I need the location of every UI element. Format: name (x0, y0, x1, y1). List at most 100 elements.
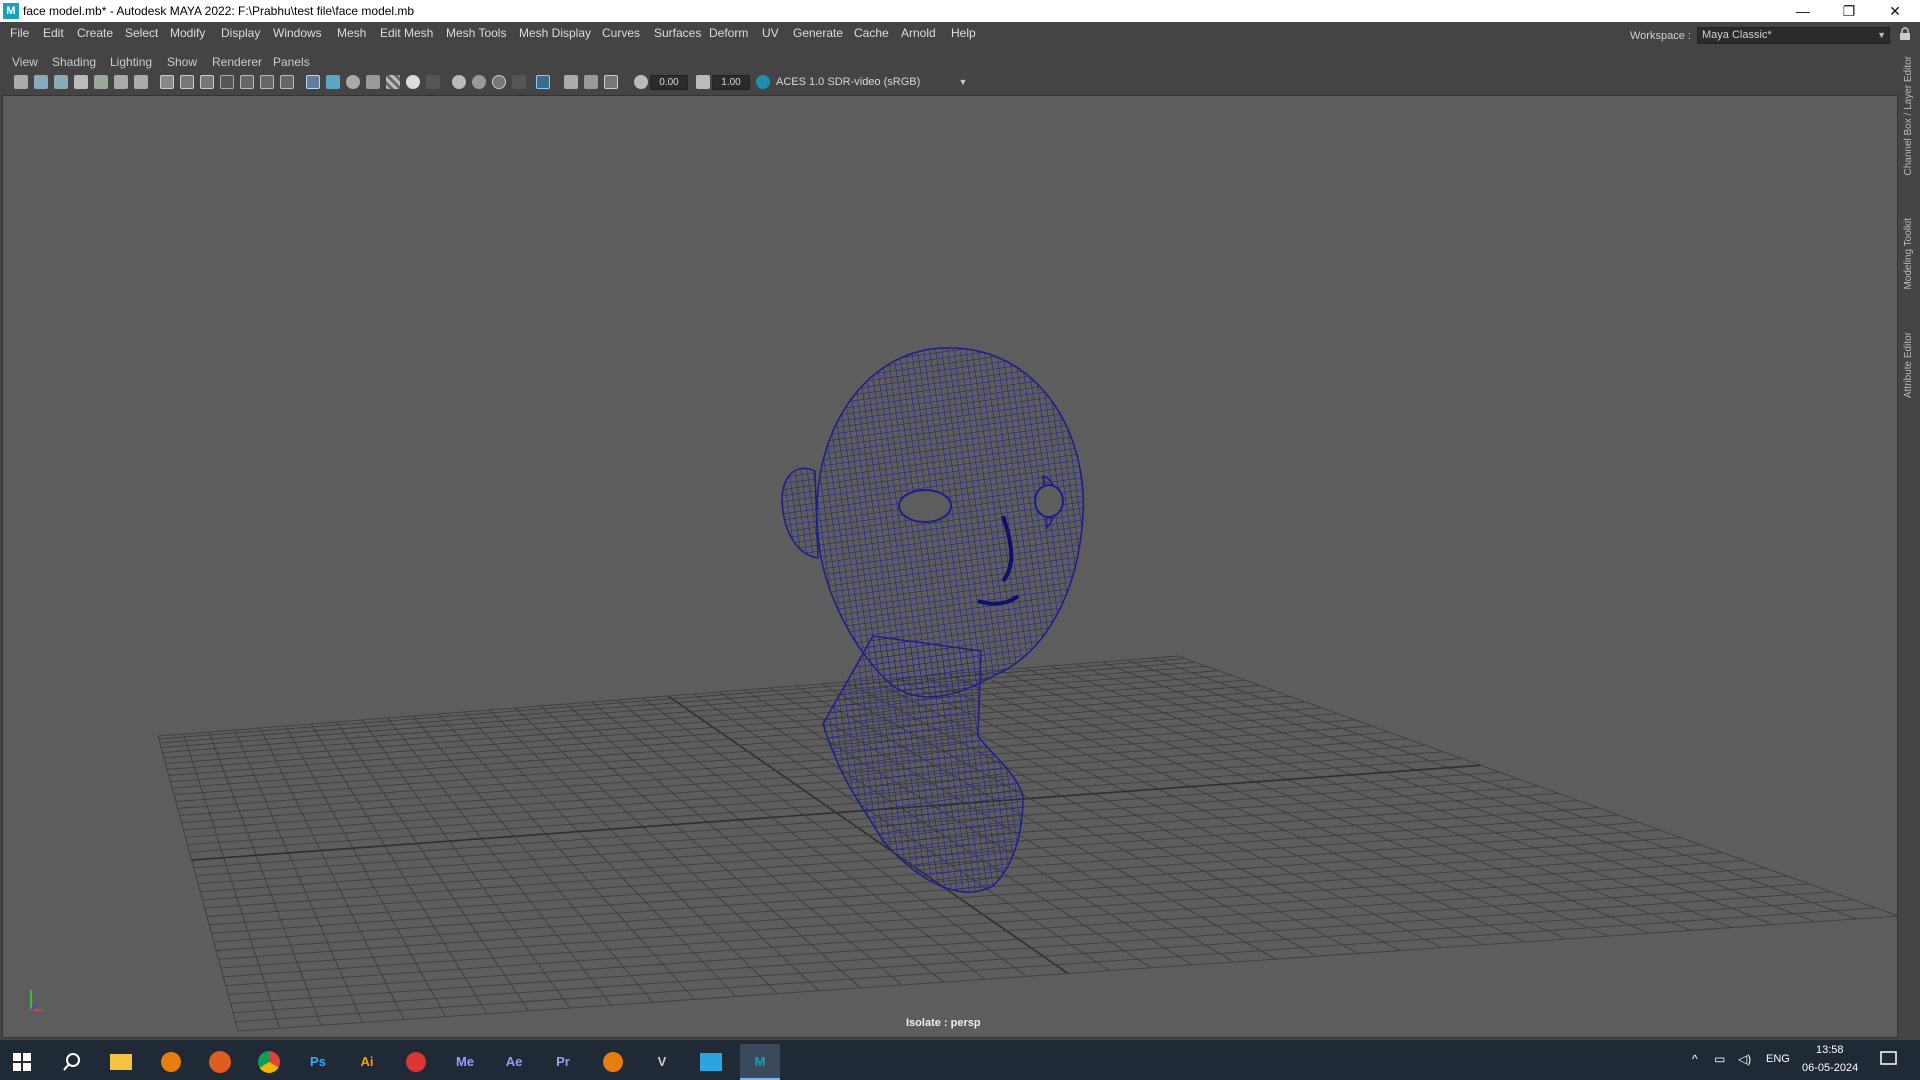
menu-uv[interactable]: UV (762, 26, 779, 40)
menu-mesh-display[interactable]: Mesh Display (519, 26, 591, 40)
illustrator-icon[interactable]: Ai (347, 1044, 387, 1080)
screen-space-ao-icon[interactable] (452, 75, 466, 89)
main-menu-bar: File Edit Create Select Modify Display W… (0, 22, 1920, 44)
camera-select-icon[interactable] (14, 75, 28, 89)
menu-mesh-tools[interactable]: Mesh Tools (446, 26, 506, 40)
motion-blur-icon[interactable] (472, 75, 486, 89)
menu-create[interactable]: Create (77, 26, 113, 40)
colorspace-dropdown[interactable]: ACES 1.0 SDR-video (sRGB) (776, 75, 976, 91)
panel-menu-shading[interactable]: Shading (52, 55, 96, 69)
menu-file[interactable]: File (10, 26, 29, 40)
firefox-icon[interactable] (200, 1044, 240, 1080)
face-mesh-wireframe[interactable] (3, 96, 1898, 1038)
safe-title-icon[interactable] (280, 75, 294, 89)
panel-menu-lighting[interactable]: Lighting (110, 55, 152, 69)
tab-attribute-editor[interactable]: Attribute Editor (1903, 332, 1917, 398)
minimize-button[interactable]: — (1780, 0, 1826, 22)
clock-date[interactable]: 06-05-2024 (1802, 1062, 1858, 1074)
title-bar: M face model.mb* - Autodesk MAYA 2022: F… (0, 0, 1920, 22)
bookmarks-icon[interactable] (54, 75, 68, 89)
vectorworks-icon[interactable]: V (642, 1044, 682, 1080)
grid-icon[interactable] (160, 75, 174, 89)
menu-deform[interactable]: Deform (709, 26, 748, 40)
exposure-field[interactable]: 0.00 (650, 75, 688, 90)
shadows-icon[interactable] (426, 75, 440, 89)
wireframe-icon[interactable] (306, 75, 320, 89)
exposure-icon[interactable] (634, 75, 648, 89)
use-all-lights-icon[interactable] (406, 75, 420, 89)
network-icon[interactable]: ▭ (1714, 1052, 1725, 1066)
restore-button[interactable]: ❐ (1826, 0, 1872, 22)
menu-mesh[interactable]: Mesh (337, 26, 366, 40)
xray-active-components-icon[interactable] (584, 75, 598, 89)
face-head (816, 347, 1085, 698)
menu-modify[interactable]: Modify (170, 26, 205, 40)
chevron-down-icon: ▼ (1877, 30, 1886, 40)
gamma-field[interactable]: 1.00 (712, 75, 750, 90)
camera-attributes-icon[interactable] (34, 75, 48, 89)
menu-windows[interactable]: Windows (273, 26, 322, 40)
panel-menu-view[interactable]: View (12, 55, 38, 69)
file-explorer-icon[interactable] (101, 1044, 141, 1080)
after-effects-icon[interactable]: Ae (494, 1044, 534, 1080)
panel-menu-panels[interactable]: Panels (273, 55, 310, 69)
grease-pencil-icon[interactable] (94, 75, 108, 89)
chevron-down-icon[interactable]: ▼ (957, 76, 969, 88)
menu-select[interactable]: Select (125, 26, 158, 40)
menu-surfaces[interactable]: Surfaces (654, 26, 701, 40)
maya-taskbar-icon[interactable]: M (740, 1044, 780, 1080)
panel-menu-renderer[interactable]: Renderer (212, 55, 262, 69)
color-management-icon[interactable] (756, 75, 770, 89)
photoshop-icon[interactable]: Ps (298, 1044, 338, 1080)
xray-joints-icon[interactable] (604, 75, 618, 89)
blender-icon[interactable] (151, 1044, 191, 1080)
menu-arnold[interactable]: Arnold (901, 26, 936, 40)
safe-action-icon[interactable] (260, 75, 274, 89)
notifications-icon[interactable] (1880, 1050, 1898, 1071)
menu-edit[interactable]: Edit (43, 26, 64, 40)
close-button[interactable]: ✕ (1872, 0, 1918, 22)
media-encoder-icon[interactable]: Me (445, 1044, 485, 1080)
chevron-up-icon[interactable]: ^ (1692, 1052, 1698, 1066)
menu-help[interactable]: Help (951, 26, 976, 40)
panel-menu-show[interactable]: Show (167, 55, 197, 69)
anti-aliasing-icon[interactable] (492, 75, 506, 89)
resolution-gate-icon[interactable] (200, 75, 214, 89)
textured-icon[interactable] (386, 75, 400, 89)
tab-modeling-toolkit[interactable]: Modeling Toolkit (1903, 218, 1917, 290)
smooth-shade-icon[interactable] (326, 75, 340, 89)
isolate-select-icon[interactable] (536, 75, 550, 89)
default-lighting-icon[interactable] (346, 75, 360, 89)
depth-of-field-icon[interactable] (512, 75, 526, 89)
wireframe-on-shaded-icon[interactable] (366, 75, 380, 89)
language-indicator[interactable]: ENG (1766, 1053, 1790, 1065)
lock-icon[interactable] (1899, 27, 1913, 41)
menu-generate[interactable]: Generate (793, 26, 843, 40)
gate-mask-icon[interactable] (220, 75, 234, 89)
xray-icon[interactable] (564, 75, 578, 89)
2d-pan-zoom-icon[interactable] (114, 75, 128, 89)
viewport-3d[interactable] (2, 95, 1898, 1038)
workspace-dropdown[interactable]: Maya Classic* ▼ (1697, 27, 1890, 44)
premiere-icon[interactable]: Pr (543, 1044, 583, 1080)
clock-time[interactable]: 13:58 (1816, 1044, 1844, 1056)
menu-edit-mesh[interactable]: Edit Mesh (380, 26, 433, 40)
menu-display[interactable]: Display (221, 26, 260, 40)
gamma-icon[interactable] (696, 75, 710, 89)
volume-icon[interactable]: ◁) (1738, 1052, 1751, 1066)
image-plane-icon[interactable] (74, 75, 88, 89)
menu-cache[interactable]: Cache (854, 26, 889, 40)
isolate-label: Isolate : persp (906, 1017, 981, 1029)
paint-icon[interactable] (691, 1044, 731, 1080)
start-icon[interactable] (2, 1044, 42, 1080)
film-gate-icon[interactable] (180, 75, 194, 89)
search-icon[interactable] (52, 1044, 92, 1080)
field-chart-icon[interactable] (240, 75, 254, 89)
blender-icon[interactable] (593, 1044, 633, 1080)
substance-icon[interactable] (396, 1044, 436, 1080)
tab-channel-box[interactable]: Channel Box / Layer Editor (1903, 56, 1917, 176)
panel-toolbar: 0.00 1.00 ACES 1.0 SDR-video (sRGB) ▼ (0, 72, 1900, 94)
camera-draw-icon[interactable] (134, 75, 148, 89)
chrome-icon[interactable] (249, 1044, 289, 1080)
menu-curves[interactable]: Curves (602, 26, 640, 40)
